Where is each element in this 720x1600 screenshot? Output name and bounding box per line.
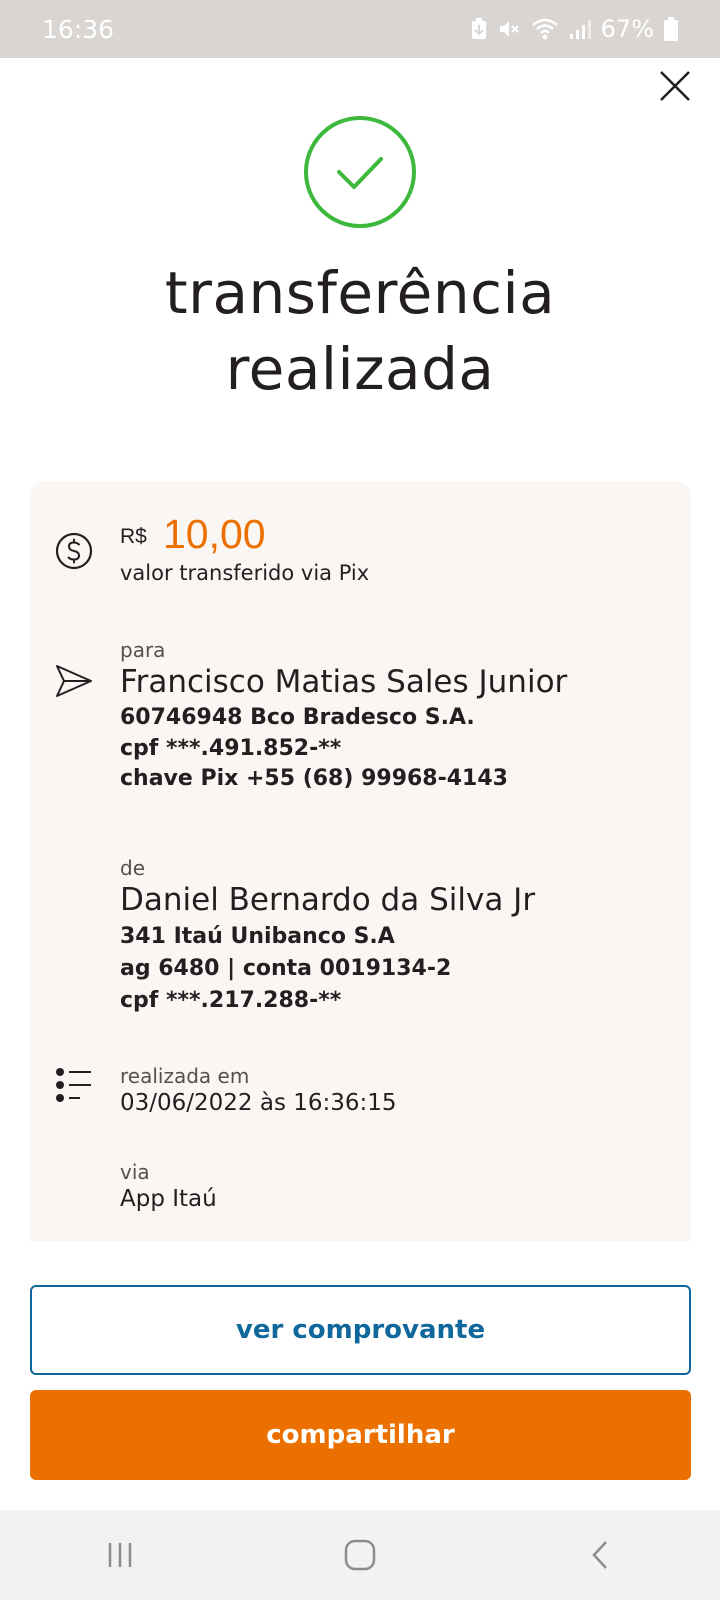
wifi-icon [531, 18, 559, 40]
battery-saver-icon [471, 18, 487, 40]
amount-value: 10,00 [163, 511, 266, 557]
recent-apps-button[interactable] [80, 1525, 160, 1585]
title-line-1: transferência [164, 259, 556, 327]
recipient-name: Francisco Matias Sales Junior [120, 664, 568, 700]
page-title: transferência realizada [0, 255, 720, 407]
transfer-details-card: R$ 10,00 valor transferido via Pix para … [30, 481, 691, 1241]
sender-label: de [120, 856, 145, 880]
via-value: App Itaú [120, 1186, 217, 1212]
recipient-cpf: cpf ***.491.852-** [120, 736, 342, 761]
date-label: realizada em [120, 1064, 250, 1088]
sender-bank: 341 Itaú Unibanco S.A [120, 924, 395, 949]
amount-caption: valor transferido via Pix [120, 561, 370, 585]
sender-account: ag 6480 | conta 0019134-2 [120, 956, 452, 981]
share-button[interactable]: compartilhar [30, 1390, 691, 1480]
close-icon [660, 71, 690, 101]
dollar-circle-icon [54, 531, 94, 571]
back-button[interactable] [560, 1525, 640, 1585]
sender-name: Daniel Bernardo da Silva Jr [120, 882, 536, 918]
navigation-bar [0, 1510, 720, 1600]
home-icon [344, 1539, 376, 1571]
recipient-pix-key: chave Pix +55 (68) 99968-4143 [120, 766, 508, 791]
recipient-bank: 60746948 Bco Bradesco S.A. [120, 705, 475, 730]
list-icon [54, 1066, 94, 1106]
battery-icon [664, 17, 678, 41]
close-button[interactable] [657, 68, 693, 104]
sender-cpf: cpf ***.217.288-** [120, 988, 342, 1013]
check-circle-icon [302, 114, 418, 230]
status-time: 16:36 [42, 14, 115, 44]
recipient-label: para [120, 638, 166, 662]
view-receipt-button[interactable]: ver comprovante [30, 1285, 691, 1375]
via-label: via [120, 1160, 150, 1184]
mute-icon [497, 17, 521, 41]
status-icons: 67% [471, 15, 678, 43]
date-value: 03/06/2022 às 16:36:15 [120, 1090, 397, 1116]
amount-currency: R$ [120, 525, 147, 548]
signal-icon [569, 18, 591, 40]
battery-percent: 67% [600, 15, 654, 43]
send-icon [54, 661, 94, 701]
recent-apps-icon [108, 1543, 132, 1567]
status-bar: 16:36 67% [0, 0, 720, 58]
title-line-2: realizada [225, 335, 495, 403]
home-button[interactable] [320, 1525, 400, 1585]
back-icon [592, 1541, 607, 1569]
